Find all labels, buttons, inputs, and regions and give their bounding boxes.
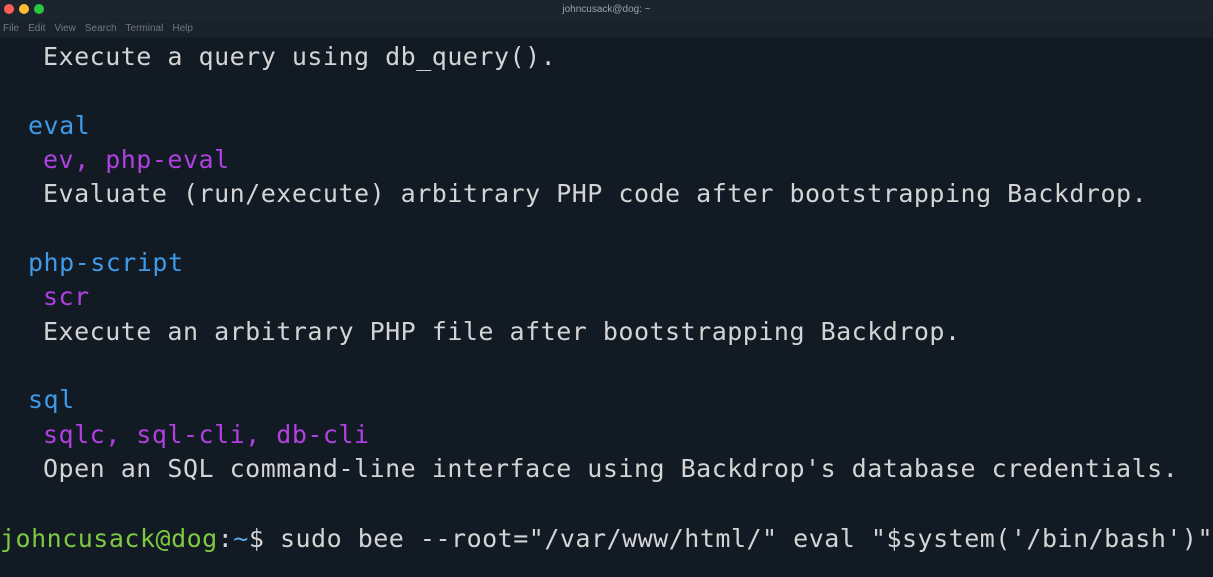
typed-command[interactable]: sudo bee --root="/var/www/html/" eval "$… <box>280 524 1213 553</box>
minimize-window-button[interactable] <box>19 4 29 14</box>
eval-aliases: ev, php-eval <box>43 145 230 174</box>
menu-help[interactable]: Help <box>172 23 193 34</box>
eval-command-name: eval <box>28 111 91 140</box>
php-script-aliases: scr <box>43 282 90 311</box>
maximize-window-button[interactable] <box>34 4 44 14</box>
menu-edit[interactable]: Edit <box>28 23 45 34</box>
close-window-button[interactable] <box>4 4 14 14</box>
prompt-user-host: johncusack@dog <box>0 524 218 553</box>
menu-bar: File Edit View Search Terminal Help <box>0 19 1213 37</box>
command-prompt[interactable]: johncusack@dog:~$ sudo bee --root="/var/… <box>0 523 1213 554</box>
sql-aliases: sqlc, sql-cli, db-cli <box>43 420 370 449</box>
eval-description: Evaluate (run/execute) arbitrary PHP cod… <box>43 179 1148 208</box>
prompt-symbol: $ <box>248 524 280 553</box>
prompt-colon: : <box>217 524 234 553</box>
php-script-command-name: php-script <box>28 248 184 277</box>
prompt-path: ~ <box>233 524 249 553</box>
terminal-window: johncusack@dog: ~ File Edit View Search … <box>0 0 1213 577</box>
window-title: johncusack@dog: ~ <box>562 4 651 15</box>
sql-command-name: sql <box>28 385 75 414</box>
title-bar: johncusack@dog: ~ <box>0 0 1213 19</box>
sql-description: Open an SQL command-line interface using… <box>43 454 1179 483</box>
db-query-description: Execute a query using db_query(). <box>43 42 557 71</box>
menu-file[interactable]: File <box>3 23 19 34</box>
terminal-output[interactable]: Execute a query using db_query(). eval e… <box>0 37 1213 577</box>
window-controls <box>4 4 44 14</box>
menu-search[interactable]: Search <box>85 23 117 34</box>
php-script-description: Execute an arbitrary PHP file after boot… <box>43 317 961 346</box>
menu-terminal[interactable]: Terminal <box>126 23 164 34</box>
menu-view[interactable]: View <box>54 23 76 34</box>
